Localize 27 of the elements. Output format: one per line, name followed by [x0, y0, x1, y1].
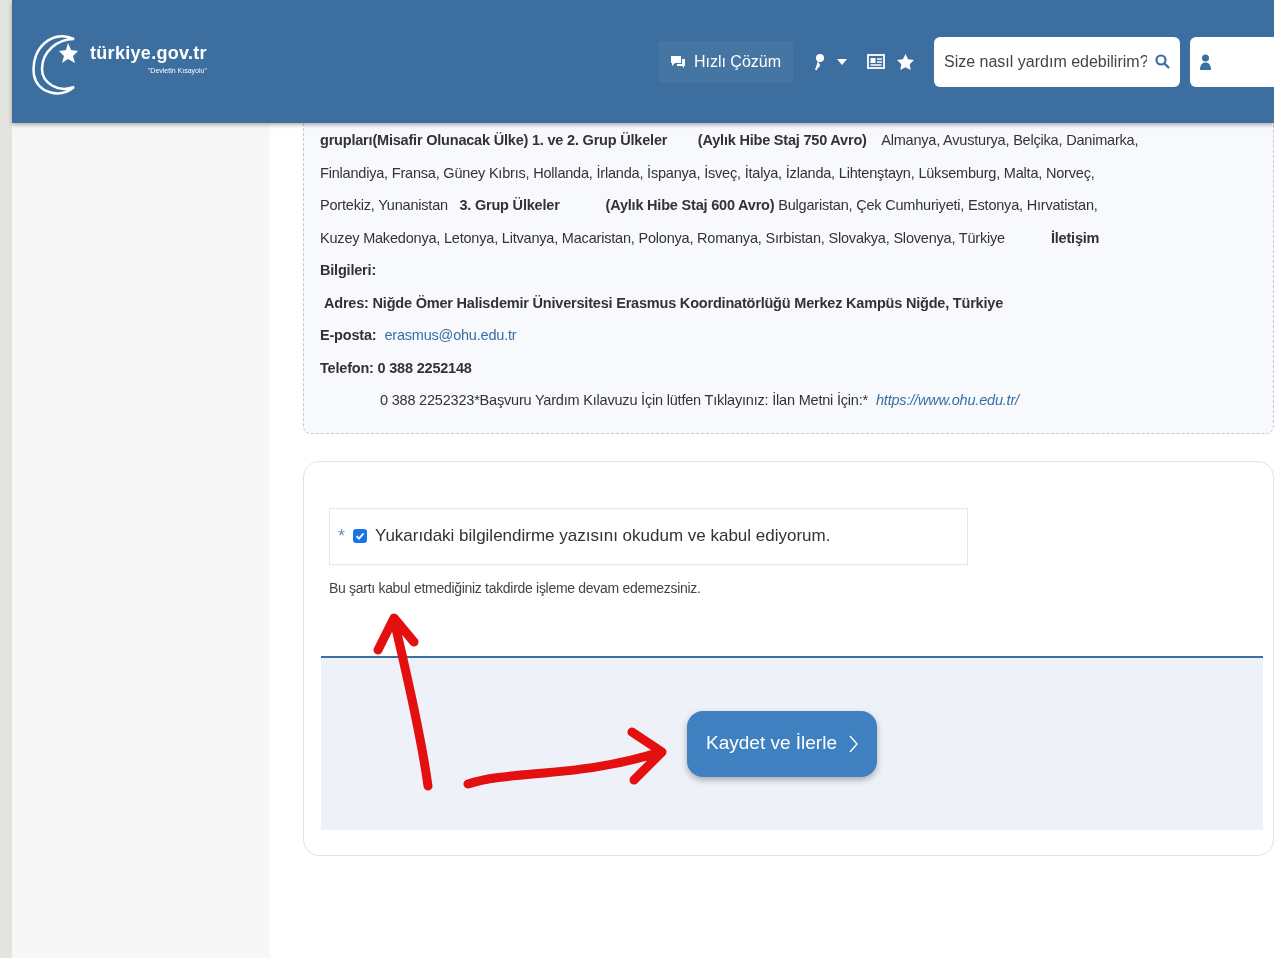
link[interactable]: https://www.ohu.edu.tr/ — [875, 392, 1019, 408]
quick-help-button[interactable]: Hızlı Çözüm — [657, 40, 793, 83]
logo-text: türkiye.gov.tr — [90, 42, 207, 65]
star-icon[interactable] — [897, 53, 914, 70]
body-text: E-posta: — [320, 327, 377, 343]
consent-checkbox[interactable] — [353, 529, 367, 543]
key-icon — [813, 52, 825, 71]
body-text: Adres: Niğde Ömer Halisdemir Üniversitesi Erasmus Koordinatörlüğü Merkez Kampüs Niğde, Türkiye — [324, 294, 1003, 311]
id-card-icon[interactable] — [867, 54, 885, 69]
body-text: Kuzey Makedonya, Letonya, Litvanya, Macaristan, Polonya, Romanya, Sırbistan, Slovakya, Slovenya, Türkiye İletişim — [320, 229, 1100, 246]
hint-text: Bu şartı kabul etmediğiniz takdirde işleme devam edemezsiniz. — [329, 578, 702, 598]
caret-icon — [837, 58, 847, 65]
user-button[interactable] — [1190, 36, 1274, 87]
body-text: grupları(Misafir Olunacak Ülke) 1. ve 2. Grup Ülkeler (Aylık Hibe Staj 750 Avro) Almanya, Avusturya, Belçika, Danimarka, — [320, 132, 1139, 148]
user-icon — [1200, 53, 1211, 70]
body-text: Portekiz, Yunanistan 3. Grup Ülkeler (Aylık Hibe Staj 600 Avro) Bulgaristan, Çek Cumhuriyeti, Estonya, Hırvatistan, — [320, 197, 1098, 213]
body-text: 0 388 2252323*Başvuru Yardım Kılavuzu İçin lütfen Tıklayınız: İlan Metni İçin:* — [380, 392, 868, 408]
link[interactable]: erasmus@ohu.edu.tr — [384, 327, 517, 343]
required-mark: * — [338, 524, 345, 548]
chevron-right-icon — [849, 734, 858, 753]
consent-label: Yukarıdaki bilgilendirme yazısını okudum ve kabul ediyorum. — [375, 525, 831, 548]
body-text: Bilgileri: — [320, 262, 376, 278]
body-text: Telefon: 0 388 2252148 — [320, 359, 472, 376]
body-text: Finlandiya, Fransa, Güney Kıbrıs, Hollanda, İrlanda, İspanya, İsveç, İtalya, İzlanda, Lihtenştayn, Lüksemburg, Malta, Norveç, — [320, 164, 1095, 181]
search-icon[interactable] — [1155, 54, 1170, 69]
save-button[interactable]: Kaydet ve İlerle — [687, 710, 877, 777]
chat-icon — [669, 54, 686, 69]
